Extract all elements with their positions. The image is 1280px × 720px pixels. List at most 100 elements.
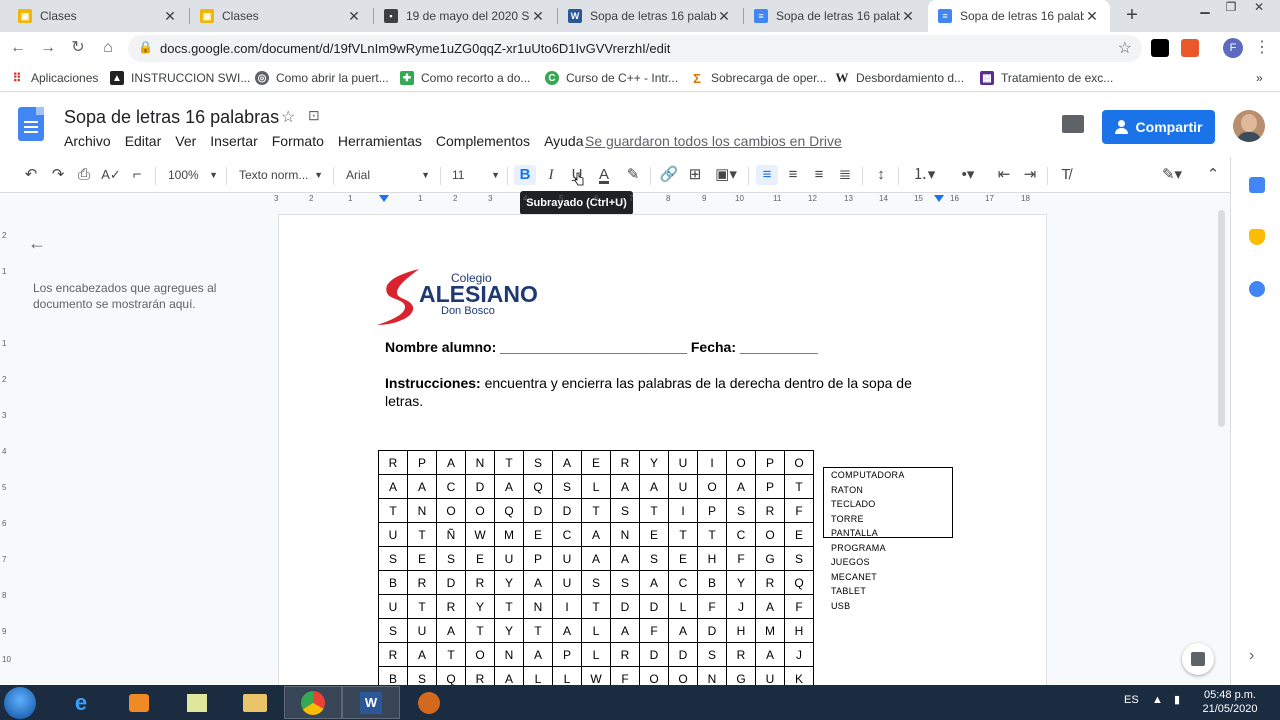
browser-tab[interactable]: ▣ Clases ✕ [190, 0, 372, 32]
forward-button[interactable]: → [38, 38, 58, 58]
bookmark-apps[interactable]: ⠿ Aplicaciones [10, 70, 99, 86]
menu-ver[interactable]: Ver [175, 133, 196, 149]
zoom-dropdown[interactable]: 100% ▼ [168, 165, 218, 185]
star-icon[interactable]: ☆ [281, 107, 295, 127]
line-spacing-icon[interactable]: ↕ [870, 165, 892, 185]
document-scrollbar[interactable] [1216, 210, 1226, 685]
chevron-right-icon[interactable]: › [1249, 647, 1254, 665]
browser-tab[interactable]: W Sopa de letras 16 palabra ✕ [558, 0, 742, 32]
back-arrow-icon[interactable]: ← [28, 233, 46, 254]
address-bar[interactable]: 🔒 docs.google.com/document/d/19fVLnIm9wR… [128, 35, 1142, 62]
save-status[interactable]: Se guardaron todos los cambios en Drive [585, 133, 842, 149]
justify-icon[interactable]: ≣ [834, 165, 856, 185]
battery-icon[interactable]: ▮ [1174, 693, 1180, 706]
close-icon[interactable]: ✕ [900, 8, 916, 25]
home-button[interactable]: ⌂ [98, 38, 118, 58]
font-size-dropdown[interactable]: 11 ▼ [452, 165, 500, 185]
menu-ayuda[interactable]: Ayuda [544, 133, 583, 149]
bookmark-item[interactable]: ◎ Como abrir la puert... [255, 70, 389, 86]
restore-window-button[interactable]: ❐ [1218, 0, 1244, 20]
menu-archivo[interactable]: Archivo [64, 133, 111, 149]
system-clock[interactable]: 05:48 p.m. 21/05/2020 [1192, 688, 1268, 716]
numbered-list-icon[interactable]: ⒈▾ [906, 165, 942, 185]
paint-format-icon[interactable]: ⌐ [126, 165, 148, 185]
highlight-icon[interactable]: ✎ [622, 165, 644, 185]
document-title[interactable]: Sopa de letras 16 palabras [64, 107, 279, 128]
bookmark-item[interactable]: Ʃ Sobrecarga de oper... [690, 70, 826, 86]
paragraph-style-dropdown[interactable]: Texto norm... ▼ [239, 165, 323, 185]
browser-tab[interactable]: ▪ 19 de mayo del 2020 So ✕ [374, 0, 556, 32]
tasks-icon[interactable] [1249, 281, 1265, 297]
bulleted-list-icon[interactable]: •▾ [950, 165, 986, 185]
text-color-button[interactable]: A [593, 165, 615, 185]
scrollbar-thumb[interactable] [1218, 210, 1225, 427]
chrome-icon[interactable] [284, 686, 342, 719]
chevron-up-icon[interactable]: ⌃ [1202, 165, 1224, 185]
close-window-button[interactable]: ✕ [1246, 0, 1272, 20]
tray-expand-icon[interactable]: ▲ [1152, 694, 1163, 706]
minimize-window-button[interactable]: ▁ [1192, 0, 1218, 20]
back-button[interactable]: ← [8, 38, 28, 58]
move-folder-icon[interactable]: ⊡ [308, 107, 320, 124]
increase-indent-icon[interactable]: ⇥ [1019, 165, 1041, 185]
bookmark-item[interactable]: ▦ Tratamiento de exc... [980, 70, 1113, 86]
close-icon[interactable]: ✕ [162, 8, 178, 25]
document-page[interactable]: Colegio ALESIANO Don Bosco Nombre alumno… [279, 215, 1046, 685]
media-player-icon[interactable] [110, 686, 168, 719]
explore-button[interactable] [1182, 643, 1214, 675]
calendar-icon[interactable] [1249, 177, 1265, 193]
sticky-notes-icon[interactable] [168, 686, 226, 719]
app-icon[interactable] [400, 686, 458, 719]
reload-button[interactable]: ↻ [68, 38, 88, 58]
add-comment-icon[interactable]: ⊞ [684, 165, 706, 185]
user-avatar[interactable] [1233, 110, 1265, 142]
italic-button[interactable]: I [540, 165, 562, 185]
more-bookmarks-button[interactable]: » [1256, 70, 1263, 86]
file-explorer-icon[interactable] [226, 686, 284, 719]
browser-tab[interactable]: ≡ Sopa de letras 16 palabra ✕ [744, 0, 926, 32]
browser-tab-active[interactable]: ≡ Sopa de letras 16 palabra ✕ [928, 0, 1110, 32]
menu-complementos[interactable]: Complementos [436, 133, 530, 149]
spellcheck-icon[interactable]: A✓ [100, 165, 122, 185]
right-indent-marker[interactable] [934, 195, 944, 202]
link-icon[interactable]: 🔗 [658, 165, 680, 185]
share-button[interactable]: Compartir [1102, 110, 1215, 144]
menu-formato[interactable]: Formato [272, 133, 324, 149]
netflix-extension-icon[interactable] [1151, 39, 1169, 57]
office-extension-icon[interactable] [1181, 39, 1199, 57]
menu-editar[interactable]: Editar [125, 133, 162, 149]
profile-avatar[interactable]: F [1223, 38, 1243, 58]
start-button[interactable] [4, 687, 36, 719]
close-icon[interactable]: ✕ [1084, 8, 1100, 25]
bookmark-item[interactable]: ✚ Como recorto a do... [400, 70, 530, 86]
menu-insertar[interactable]: Insertar [210, 133, 257, 149]
left-indent-marker[interactable] [379, 195, 389, 202]
docs-logo-icon[interactable] [18, 107, 44, 141]
clear-formatting-icon[interactable]: T̸ [1055, 165, 1077, 185]
insert-image-icon[interactable]: ▣▾ [710, 165, 742, 185]
comments-icon[interactable] [1062, 115, 1084, 133]
undo-icon[interactable]: ↶ [20, 165, 42, 185]
menu-herramientas[interactable]: Herramientas [338, 133, 422, 149]
redo-icon[interactable]: ↷ [47, 165, 69, 185]
new-tab-button[interactable]: + [1120, 4, 1144, 28]
print-icon[interactable]: ⎙ [73, 165, 95, 185]
bookmark-item[interactable]: ▲ INSTRUCCION SWI... [110, 70, 250, 86]
bold-button[interactable]: B [514, 165, 536, 185]
browser-menu-icon[interactable]: ⋮ [1252, 38, 1272, 58]
bookmark-star-icon[interactable]: ☆ [1118, 38, 1132, 58]
align-right-icon[interactable]: ≡ [808, 165, 830, 185]
close-icon[interactable]: ✕ [716, 8, 732, 25]
keep-icon[interactable] [1249, 229, 1265, 245]
align-left-icon[interactable]: ≡ [756, 165, 778, 185]
bookmark-item[interactable]: W Desbordamiento d... [835, 70, 965, 86]
font-dropdown[interactable]: Arial ▼ [346, 165, 430, 185]
align-center-icon[interactable]: ≡ [782, 165, 804, 185]
editing-mode-icon[interactable]: ✎▾ [1156, 165, 1188, 185]
bookmark-item[interactable]: C Curso de C++ - Intr... [545, 70, 678, 86]
horizontal-ruler[interactable]: 3 2 1 1 2 3 4 5 6 7 8 9 10 11 12 13 14 15 16 17 18 [274, 193, 1044, 207]
browser-tab[interactable]: ▣ Clases ✕ [8, 0, 188, 32]
close-icon[interactable]: ✕ [530, 8, 546, 25]
word-icon[interactable]: W [342, 686, 400, 719]
decrease-indent-icon[interactable]: ⇤ [993, 165, 1015, 185]
